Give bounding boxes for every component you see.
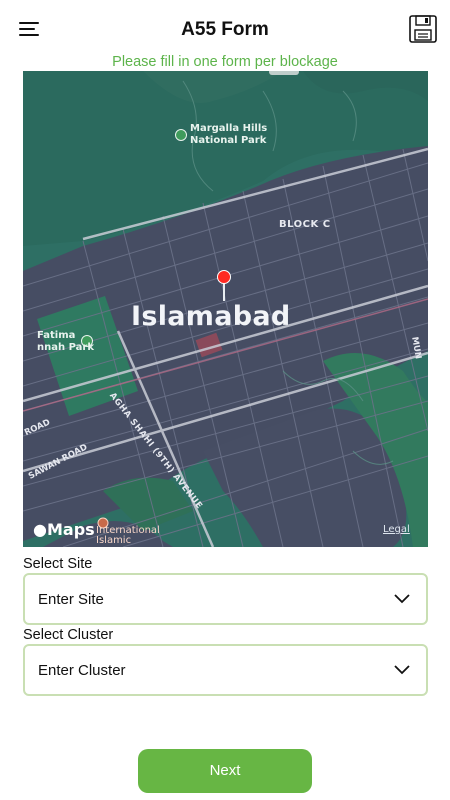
poi-line-2: Islamic bbox=[96, 535, 132, 546]
site-label: Select Site bbox=[23, 556, 93, 572]
maps-brand: ●Maps bbox=[33, 520, 95, 539]
map-label-city: Islamabad bbox=[131, 301, 291, 332]
park-left-line-1: Fatima bbox=[37, 330, 76, 341]
legal-link[interactable]: Legal bbox=[383, 524, 410, 535]
park-top-line-1: Margalla Hills bbox=[190, 123, 268, 134]
park-top-line-2: National Park bbox=[190, 135, 267, 146]
maps-brand-text: Maps bbox=[46, 520, 95, 539]
map-label-park-left: Fatima nnah Park bbox=[37, 330, 94, 354]
pin-stem bbox=[223, 283, 225, 301]
park-left-line-2: nnah Park bbox=[37, 342, 94, 353]
floppy-disk-save-icon[interactable] bbox=[408, 14, 438, 44]
site-select[interactable]: Enter Site bbox=[23, 573, 428, 625]
location-map[interactable]: Margalla Hills National Park BLOCK C Isl… bbox=[23, 71, 428, 547]
site-select-value: Enter Site bbox=[38, 591, 104, 608]
cluster-select[interactable]: Enter Cluster bbox=[23, 644, 428, 696]
form-instructions: Please fill in one form per blockage bbox=[112, 54, 338, 70]
map-label-block: BLOCK C bbox=[279, 219, 331, 230]
chevron-down-icon bbox=[394, 594, 410, 604]
app-header: A55 Form bbox=[0, 0, 450, 58]
map-drag-handle[interactable] bbox=[269, 71, 299, 75]
cluster-label: Select Cluster bbox=[23, 627, 114, 643]
map-label-poi: International Islamic bbox=[96, 526, 160, 546]
map-label-park-top: Margalla Hills National Park bbox=[190, 123, 267, 147]
location-pin-icon[interactable] bbox=[217, 270, 231, 284]
apple-logo-icon: ● bbox=[33, 520, 47, 539]
page-title: A55 Form bbox=[181, 19, 269, 40]
cluster-select-value: Enter Cluster bbox=[38, 662, 126, 679]
chevron-down-icon bbox=[394, 665, 410, 675]
next-button[interactable]: Next bbox=[138, 749, 312, 793]
